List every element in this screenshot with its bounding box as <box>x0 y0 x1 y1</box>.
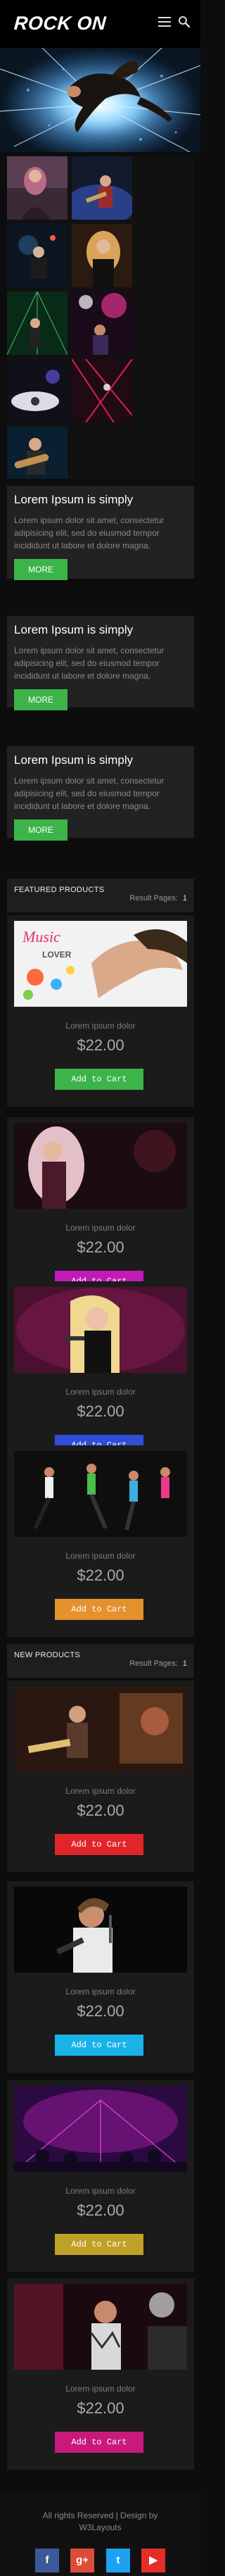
search-icon[interactable] <box>178 15 191 28</box>
more-button[interactable]: MORE <box>14 559 68 580</box>
product-name: Lorem ipsum dolor <box>65 1551 136 1561</box>
gallery-photo[interactable] <box>72 156 132 220</box>
product-name: Lorem ipsum dolor <box>65 1223 136 1233</box>
more-button[interactable]: MORE <box>14 819 68 841</box>
result-pages: Result Pages: 1 <box>129 1659 187 1668</box>
product-name: Lorem ipsum dolor <box>65 1786 136 1796</box>
google-plus-icon[interactable]: g+ <box>70 2549 94 2572</box>
gallery-photo[interactable] <box>7 427 68 479</box>
more-button[interactable]: MORE <box>14 689 68 710</box>
product-price: $22.00 <box>77 1566 124 1584</box>
result-pages-label: Result Pages: <box>129 1659 178 1668</box>
block-title: Lorem Ipsum is simply <box>14 753 134 767</box>
result-pages-label: Result Pages: <box>129 894 178 903</box>
product-price: $22.00 <box>77 1238 124 1256</box>
product-card: Lorem ipsum dolor $22.00 Add to Cart <box>7 1881 194 2073</box>
gallery-photo[interactable] <box>7 291 68 355</box>
copyright-line: All rights Reserved | Design by <box>42 2511 158 2520</box>
info-block: Lorem Ipsum is simply Lorem ipsum dolor … <box>7 746 194 841</box>
site-header: ROCK ON <box>0 0 200 48</box>
block-title: Lorem Ipsum is simply <box>14 623 134 636</box>
product-card: Lorem ipsum dolor $22.00 Add to Cart <box>7 1445 194 1637</box>
product-name: Lorem ipsum dolor <box>65 2186 136 2196</box>
product-name: Lorem ipsum dolor <box>65 1987 136 1997</box>
gallery-photo[interactable] <box>72 224 132 287</box>
add-to-cart-button[interactable]: Add to Cart <box>55 2432 143 2453</box>
page-link[interactable]: 1 <box>183 1659 187 1668</box>
product-price: $22.00 <box>77 1802 124 1819</box>
block-text: Lorem ipsum dolor sit amet, consectetur … <box>14 776 165 811</box>
product-name: Lorem ipsum dolor <box>65 1021 136 1031</box>
photo-gallery <box>7 156 194 479</box>
product-card: Lorem ipsum dolor $22.00 Add to Cart <box>7 2278 194 2470</box>
product-image[interactable] <box>14 1123 187 1209</box>
featured-products-header: FEATURED PRODUCTS Result Pages: 1 <box>7 879 194 912</box>
info-block: Lorem Ipsum is simply Lorem ipsum dolor … <box>7 616 194 710</box>
block-text: Lorem ipsum dolor sit amet, consectetur … <box>14 646 165 681</box>
result-pages: Result Pages: 1 <box>129 894 187 903</box>
new-products-header: NEW PRODUCTS Result Pages: 1 <box>7 1644 194 1678</box>
section-title: NEW PRODUCTS <box>14 1651 81 1659</box>
product-name: Lorem ipsum dolor <box>65 2384 136 2394</box>
facebook-icon[interactable]: f <box>35 2549 59 2572</box>
add-to-cart-button[interactable]: Add to Cart <box>55 1069 143 1090</box>
product-card: Lorem ipsum dolor $22.00 Add to Cart <box>7 1117 194 1309</box>
menu-icon[interactable] <box>158 17 171 27</box>
designer-link[interactable]: W3Layouts <box>0 2522 200 2534</box>
add-to-cart-button[interactable]: Add to Cart <box>55 1599 143 1620</box>
product-price: $22.00 <box>77 2201 124 2219</box>
product-image[interactable] <box>14 2086 187 2172</box>
product-card: Lorem ipsum dolor $22.00 Add to Cart <box>7 2080 194 2272</box>
product-card: Lorem ipsum dolor $22.00 Add to Cart <box>7 1281 194 1473</box>
block-text: Lorem ipsum dolor sit amet, consectetur … <box>14 515 165 551</box>
gallery-photo[interactable] <box>7 359 68 422</box>
copyright-text: All rights Reserved | Design by W3Layout… <box>0 2510 200 2534</box>
product-image[interactable] <box>14 1887 187 1973</box>
gallery-photo[interactable] <box>72 359 132 422</box>
page-link[interactable]: 1 <box>183 894 187 903</box>
info-block: Lorem Ipsum is simply Lorem ipsum dolor … <box>7 486 194 580</box>
product-price: $22.00 <box>77 1402 124 1420</box>
product-image[interactable] <box>14 1686 187 1772</box>
product-price: $22.00 <box>77 1036 124 1054</box>
svg-text:LOVER: LOVER <box>42 950 72 960</box>
svg-text:Music: Music <box>22 928 60 945</box>
add-to-cart-button[interactable]: Add to Cart <box>55 2035 143 2056</box>
product-price: $22.00 <box>77 2399 124 2417</box>
youtube-icon[interactable]: ▶ <box>141 2549 165 2572</box>
add-to-cart-button[interactable]: Add to Cart <box>55 2234 143 2255</box>
product-image[interactable] <box>14 1287 187 1373</box>
site-logo[interactable]: ROCK ON <box>13 13 107 34</box>
twitter-icon[interactable]: t <box>106 2549 130 2572</box>
gallery-photo[interactable] <box>7 224 68 287</box>
gallery-photo[interactable] <box>72 291 132 355</box>
section-title: FEATURED PRODUCTS <box>14 886 105 894</box>
hero-banner <box>0 48 200 152</box>
product-card: Music LOVER Lorem ipsum dolor $22.00 Add… <box>7 915 194 1107</box>
add-to-cart-button[interactable]: Add to Cart <box>55 1834 143 1855</box>
product-price: $22.00 <box>77 2002 124 2020</box>
product-card: Lorem ipsum dolor $22.00 Add to Cart <box>7 1680 194 1872</box>
gallery-photo[interactable] <box>7 156 68 220</box>
product-image[interactable] <box>14 1451 187 1537</box>
product-image[interactable]: Music LOVER <box>14 921 187 1007</box>
product-name: Lorem ipsum dolor <box>65 1387 136 1397</box>
block-title: Lorem Ipsum is simply <box>14 493 134 506</box>
product-image[interactable] <box>14 2284 187 2370</box>
site-footer: All rights Reserved | Design by W3Layout… <box>0 2492 200 2576</box>
